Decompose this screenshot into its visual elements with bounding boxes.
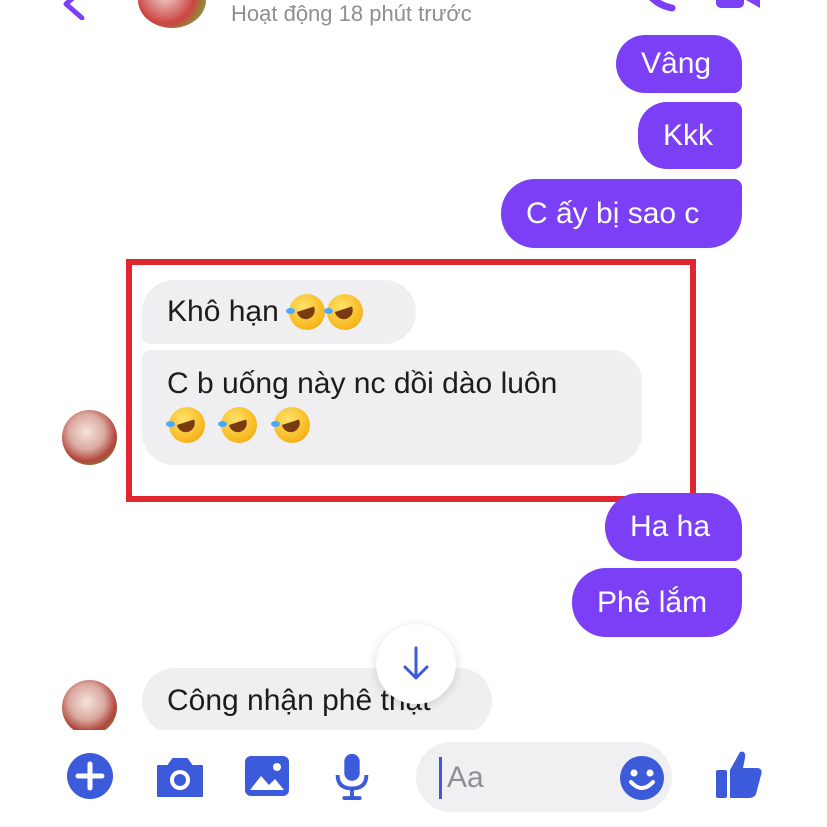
message-bubble-outgoing[interactable]: Kkk [638, 102, 742, 169]
message-bubble-incoming[interactable]: C b uống này nc dồi dào luôn [142, 350, 642, 465]
message-bubble-outgoing[interactable]: Vâng [616, 35, 742, 93]
contact-avatar[interactable] [138, 0, 206, 28]
phone-call-icon[interactable] [638, 0, 678, 12]
sender-avatar[interactable] [62, 410, 117, 465]
text-cursor [439, 757, 442, 799]
message-text: Vâng [641, 47, 712, 80]
message-input-placeholder: Aa [447, 761, 484, 794]
camera-icon[interactable] [154, 752, 206, 800]
message-text: Khô hạn [167, 295, 279, 328]
message-bubble-incoming[interactable]: Khô hạn [142, 280, 416, 344]
rofl-emoji-icon [218, 407, 258, 444]
arrow-down-icon [403, 646, 429, 680]
message-text: Kkk [663, 118, 714, 152]
video-call-icon[interactable] [716, 0, 760, 10]
message-text: Ha ha [630, 510, 711, 543]
message-text: C ấy bị sao c [526, 196, 700, 230]
scroll-to-bottom-button[interactable] [376, 624, 456, 704]
message-text: Phê lắm [597, 585, 708, 619]
chat-header: Hoạt động 18 phút trước [0, 0, 827, 36]
message-text: C b uống này nc dồi dào luôn [167, 367, 558, 400]
active-status-text: Hoạt động 18 phút trước [231, 1, 472, 26]
message-bubble-outgoing[interactable]: Ha ha [605, 493, 742, 561]
thumbs-up-icon[interactable] [714, 748, 764, 800]
rofl-emoji-icon [270, 407, 310, 444]
emoji-icon[interactable] [618, 754, 666, 802]
message-composer [0, 730, 827, 827]
rofl-emoji-icon [323, 294, 363, 330]
microphone-icon[interactable] [332, 752, 372, 800]
message-bubble-outgoing[interactable]: C ấy bị sao c [501, 179, 742, 248]
rofl-emoji-icon [166, 407, 205, 444]
image-icon[interactable] [243, 752, 291, 800]
sender-avatar[interactable] [62, 680, 117, 735]
rofl-emoji-icon [285, 294, 325, 330]
plus-icon[interactable] [66, 752, 114, 800]
back-arrow-icon[interactable] [58, 0, 88, 20]
message-bubble-outgoing[interactable]: Phê lắm [572, 568, 742, 637]
